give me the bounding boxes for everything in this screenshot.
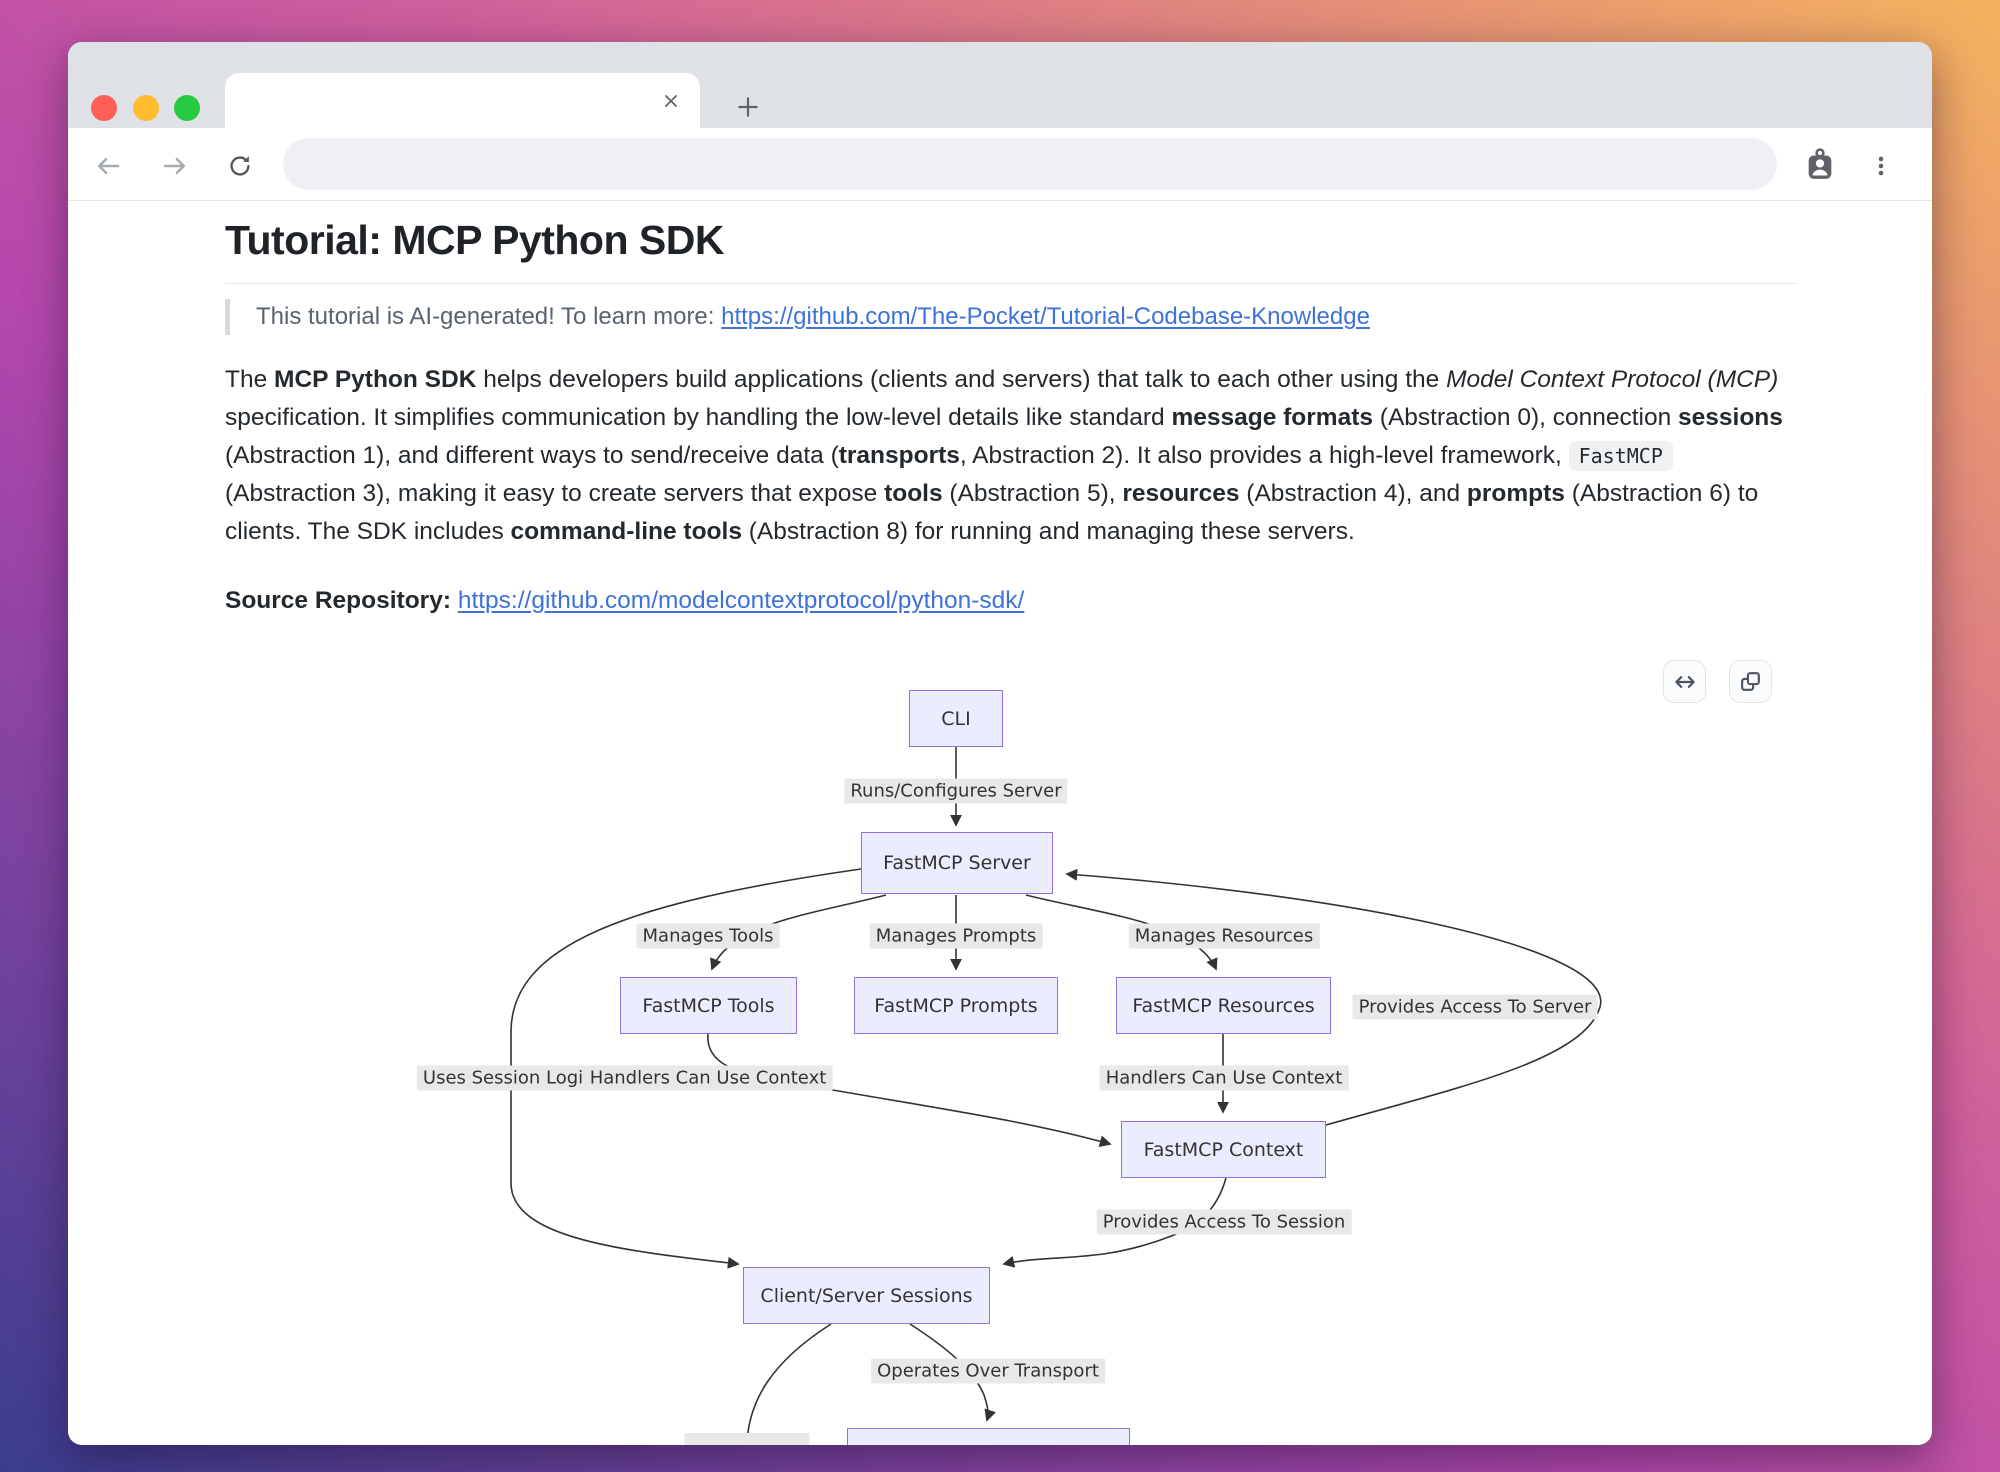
edge-label: Provides Access To Server <box>1353 995 1598 1020</box>
forward-button[interactable] <box>158 149 192 183</box>
intro-segment-plain: helps developers build applications (cli… <box>476 366 1446 393</box>
diagram-node-sessions: Client/Server Sessions <box>743 1267 990 1324</box>
title-divider <box>225 283 1797 284</box>
edge-label: Handlers Can Use Context <box>1100 1066 1349 1091</box>
copy-icon[interactable] <box>1729 660 1772 703</box>
intro-segment-plain: (Abstraction 1), and different ways to s… <box>225 442 839 469</box>
intro-segment-bold: sessions <box>1678 404 1783 431</box>
intro-paragraph: The MCP Python SDK helps developers buil… <box>225 361 1805 551</box>
intro-segment-code: FastMCP <box>1569 441 1673 471</box>
new-tab-button[interactable] <box>730 89 766 125</box>
expand-horizontal-icon[interactable] <box>1663 660 1706 703</box>
browser-tab[interactable] <box>225 73 700 128</box>
diagram-node-cli: CLI <box>909 690 1003 747</box>
intro-segment-bold: resources <box>1122 480 1239 507</box>
ai-generated-callout: This tutorial is AI-generated! To learn … <box>225 299 1725 335</box>
profile-badge-icon[interactable] <box>1801 145 1839 185</box>
diagram-node-transport-cut <box>847 1428 1130 1445</box>
intro-segment-plain: The <box>225 366 274 393</box>
page-content: Tutorial: MCP Python SDK This tutorial i… <box>68 201 1932 1445</box>
intro-segment-plain: (Abstraction 0), connection <box>1373 404 1678 431</box>
intro-segment-bold: MCP Python SDK <box>274 366 476 393</box>
edge-label: Manages Resources <box>1129 924 1320 949</box>
diagram-node-tools: FastMCP Tools <box>620 977 797 1034</box>
edge-label-cutoff <box>685 1433 810 1445</box>
source-repository-link[interactable]: https://github.com/modelcontextprotocol/… <box>458 587 1025 614</box>
intro-segment-bold: command-line tools <box>511 518 742 545</box>
diagram-node-context: FastMCP Context <box>1121 1121 1326 1178</box>
edge-label: Manages Prompts <box>870 924 1043 949</box>
edge-label: Handlers Can Use Context <box>584 1066 833 1091</box>
intro-segment-bold: prompts <box>1467 480 1565 507</box>
kebab-menu-icon[interactable] <box>1864 149 1898 183</box>
diagram-node-prompts: FastMCP Prompts <box>854 977 1058 1034</box>
intro-segment-plain: (Abstraction 5), <box>943 480 1123 507</box>
tab-close-icon[interactable] <box>660 90 682 112</box>
page-title: Tutorial: MCP Python SDK <box>225 217 724 264</box>
intro-segment-plain: (Abstraction 3), making it easy to creat… <box>225 480 884 507</box>
diagram-toolbar <box>1663 660 1772 703</box>
diagram-node-resources: FastMCP Resources <box>1116 977 1331 1034</box>
intro-segment-bold: tools <box>884 480 943 507</box>
edge-label: Provides Access To Session <box>1097 1210 1352 1235</box>
edge-sessions-left <box>747 1324 831 1441</box>
diagram-node-server: FastMCP Server <box>861 832 1053 894</box>
intro-segment-plain: (Abstraction 4), and <box>1239 480 1466 507</box>
intro-segment-italic: Model Context Protocol (MCP) <box>1446 366 1778 393</box>
browser-window: Tutorial: MCP Python SDK This tutorial i… <box>68 42 1932 1445</box>
tab-strip <box>68 42 1932 128</box>
address-bar[interactable] <box>283 138 1777 190</box>
source-repository-label: Source Repository: <box>225 587 451 614</box>
intro-segment-plain: (Abstraction 8) for running and managing… <box>742 518 1355 545</box>
edge-label: Operates Over Transport <box>871 1359 1105 1384</box>
intro-segment-plain: , Abstraction 2). It also provides a hig… <box>960 442 1569 469</box>
edge-label: Uses Session Logic <box>417 1066 599 1091</box>
source-repository-line: Source Repository: https://github.com/mo… <box>225 587 1024 615</box>
back-button[interactable] <box>91 149 125 183</box>
intro-segment-bold: transports <box>839 442 960 469</box>
minimize-window-button[interactable] <box>133 95 159 121</box>
maximize-window-button[interactable] <box>174 95 200 121</box>
tutorial-codebase-knowledge-link[interactable]: https://github.com/The-Pocket/Tutorial-C… <box>721 303 1370 330</box>
reload-button[interactable] <box>223 149 257 183</box>
navigation-bar <box>68 128 1932 201</box>
edge-label: Manages Tools <box>637 924 780 949</box>
edge-label: Runs/Configures Server <box>844 779 1067 804</box>
close-window-button[interactable] <box>91 95 117 121</box>
callout-text: This tutorial is AI-generated! To learn … <box>256 303 721 330</box>
intro-segment-bold: message formats <box>1171 404 1373 431</box>
intro-segment-plain: specification. It simplifies communicati… <box>225 404 1171 431</box>
